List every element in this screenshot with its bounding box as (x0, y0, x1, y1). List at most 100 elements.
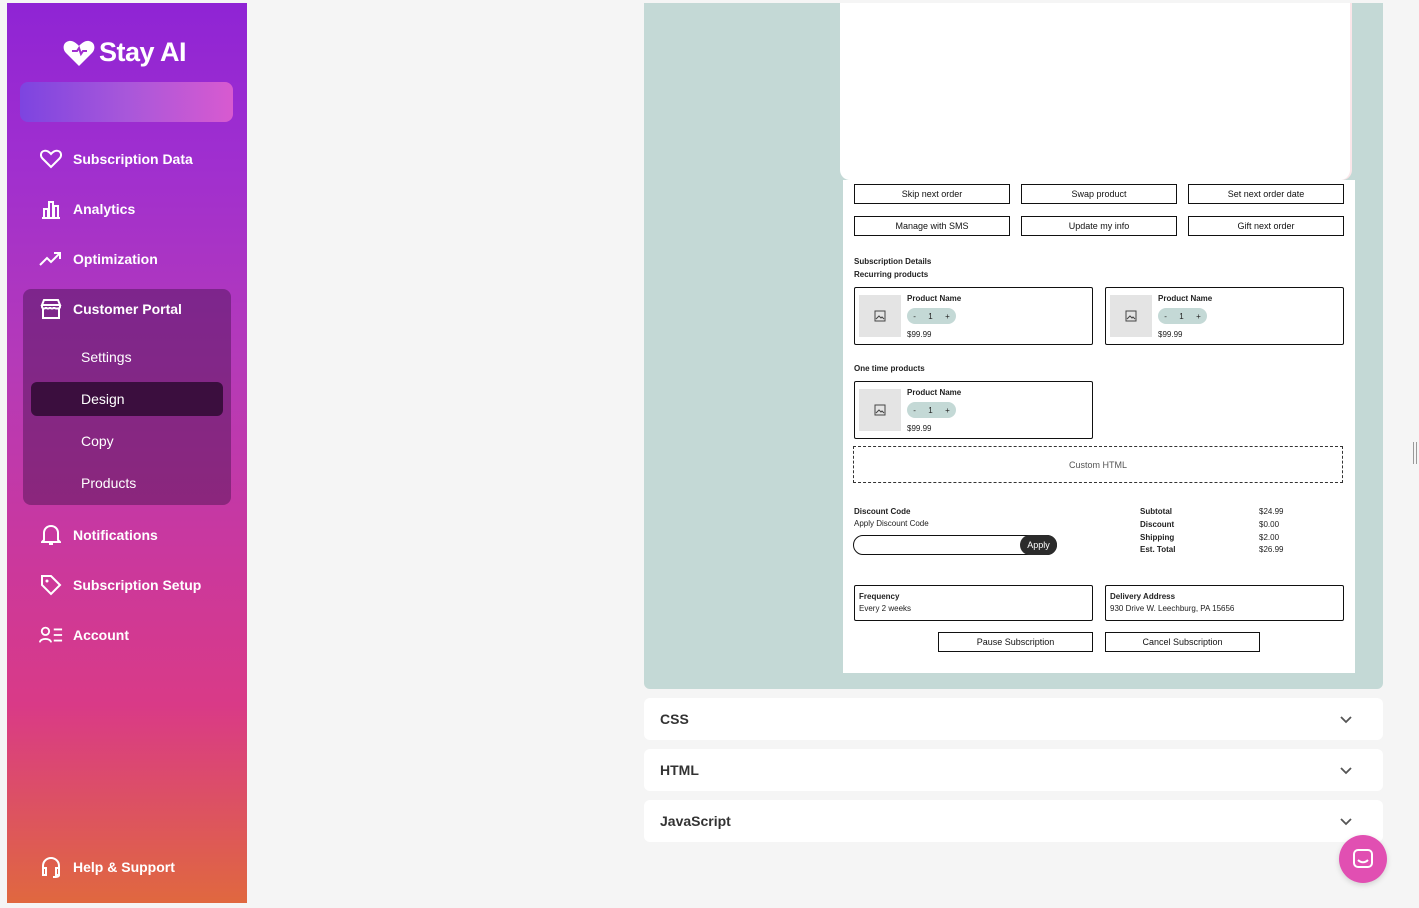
sidebar-item-subscription-setup[interactable]: Subscription Setup (7, 565, 247, 605)
recurring-product-card[interactable]: Product Name - 1 + $99.99 (854, 287, 1093, 345)
chevron-down-icon (1340, 716, 1352, 724)
portal-preview: Skip next order Swap product Set next or… (644, 3, 1383, 689)
store-selector[interactable] (20, 82, 233, 122)
custom-html-block[interactable]: Custom HTML (853, 446, 1343, 483)
increment-button[interactable]: + (945, 406, 950, 415)
subtotal-label: Subtotal (1140, 507, 1172, 516)
quantity-stepper[interactable]: - 1 + (907, 308, 956, 324)
product-price: $99.99 (1158, 330, 1183, 339)
update-my-info-button[interactable]: Update my info (1021, 216, 1177, 236)
frequency-box[interactable]: Frequency Every 2 weeks (854, 585, 1093, 621)
trending-up-icon (39, 247, 63, 271)
delivery-address-value: 930 Drive W. Leechburg, PA 15656 (1110, 604, 1235, 613)
manage-with-sms-button[interactable]: Manage with SMS (854, 216, 1010, 236)
sidebar-subitem-settings[interactable]: Settings (31, 340, 223, 374)
product-name: Product Name (907, 294, 962, 303)
increment-button[interactable]: + (945, 312, 950, 321)
sidebar-item-label: Subscription Setup (73, 577, 202, 593)
tag-icon (39, 573, 63, 597)
one-time-products-heading: One time products (854, 364, 925, 373)
accordion-title: CSS (660, 711, 689, 727)
decrement-button[interactable]: - (1164, 312, 1167, 321)
heart-logo-icon (63, 40, 95, 66)
portal-preview-content: Skip next order Swap product Set next or… (843, 180, 1355, 673)
customer-portal-group: Customer Portal Settings Design Copy Pro… (23, 289, 231, 505)
user-list-icon (39, 623, 63, 647)
sidebar-item-label: Subscription Data (73, 151, 193, 167)
sidebar-subitem-products[interactable]: Products (31, 466, 223, 500)
sidebar-subitem-design[interactable]: Design (31, 382, 223, 416)
bar-chart-icon (39, 197, 63, 221)
sidebar-item-notifications[interactable]: Notifications (7, 515, 247, 555)
skip-next-order-button[interactable]: Skip next order (854, 184, 1010, 204)
product-name: Product Name (1158, 294, 1213, 303)
shipping-label: Shipping (1140, 533, 1175, 542)
css-accordion[interactable]: CSS (644, 698, 1383, 740)
one-time-product-card[interactable]: Product Name - 1 + $99.99 (854, 381, 1093, 439)
quantity-value: 1 (928, 405, 933, 415)
chat-launcher-button[interactable] (1339, 835, 1387, 883)
quantity-value: 1 (1179, 311, 1184, 321)
recurring-product-card[interactable]: Product Name - 1 + $99.99 (1105, 287, 1344, 345)
sidebar-item-label: Account (73, 627, 129, 643)
chat-icon (1353, 849, 1373, 868)
pause-subscription-button[interactable]: Pause Subscription (938, 632, 1093, 652)
product-price: $99.99 (907, 330, 932, 339)
subtotal-value: $24.99 (1259, 507, 1284, 516)
discount-label: Discount (1140, 520, 1175, 529)
est-total-label: Est. Total (1140, 545, 1176, 554)
bell-icon (39, 523, 63, 547)
quantity-stepper[interactable]: - 1 + (907, 402, 956, 418)
decrement-button[interactable]: - (913, 312, 916, 321)
storefront-icon (39, 297, 63, 321)
subscription-details-heading: Subscription Details (854, 257, 932, 266)
heart-icon (39, 147, 63, 171)
delivery-address-box[interactable]: Delivery Address 930 Drive W. Leechburg,… (1105, 585, 1344, 621)
product-price: $99.99 (907, 424, 932, 433)
sidebar: Stay AI Subscription Data Analytics Opti… (7, 3, 247, 903)
sidebar-item-customer-portal[interactable]: Customer Portal (7, 289, 247, 329)
product-name: Product Name (907, 388, 962, 397)
discount-code-heading: Discount Code (854, 507, 911, 516)
swap-product-button[interactable]: Swap product (1021, 184, 1177, 204)
html-accordion[interactable]: HTML (644, 749, 1383, 791)
image-placeholder-icon (859, 389, 901, 431)
panel-resize-handle[interactable] (1413, 442, 1417, 464)
sidebar-item-account[interactable]: Account (7, 615, 247, 655)
decrement-button[interactable]: - (913, 406, 916, 415)
sidebar-item-optimization[interactable]: Optimization (7, 239, 247, 279)
quantity-value: 1 (928, 311, 933, 321)
sidebar-item-label: Optimization (73, 251, 158, 267)
est-total-value: $26.99 (1259, 545, 1284, 554)
shipping-value: $2.00 (1259, 533, 1280, 542)
headset-icon (39, 855, 63, 879)
delivery-address-label: Delivery Address (1110, 592, 1176, 601)
sidebar-item-label: Analytics (73, 201, 136, 217)
javascript-accordion[interactable]: JavaScript (644, 800, 1383, 842)
image-placeholder-icon (1110, 295, 1152, 337)
chevron-down-icon (1340, 818, 1352, 826)
gift-next-order-button[interactable]: Gift next order (1188, 216, 1344, 236)
sidebar-item-subscription-data[interactable]: Subscription Data (7, 139, 247, 179)
sidebar-item-label: Help & Support (73, 859, 175, 875)
apply-discount-label: Apply Discount Code (854, 519, 929, 528)
recurring-products-heading: Recurring products (854, 270, 929, 279)
discount-value: $0.00 (1259, 520, 1280, 529)
frequency-value: Every 2 weeks (859, 604, 912, 613)
cancel-subscription-button[interactable]: Cancel Subscription (1105, 632, 1260, 652)
chevron-down-icon (1340, 767, 1352, 775)
sidebar-item-help-support[interactable]: Help & Support (7, 847, 247, 887)
sidebar-item-analytics[interactable]: Analytics (7, 189, 247, 229)
quantity-stepper[interactable]: - 1 + (1158, 308, 1207, 324)
apply-discount-button[interactable]: Apply (1020, 535, 1057, 555)
brand-logo[interactable]: Stay AI (63, 37, 187, 68)
frequency-label: Frequency (859, 592, 900, 601)
sidebar-item-label: Notifications (73, 527, 158, 543)
increment-button[interactable]: + (1196, 312, 1201, 321)
sidebar-subitem-copy[interactable]: Copy (31, 424, 223, 458)
accordion-title: HTML (660, 762, 699, 778)
preview-header-card (840, 3, 1350, 180)
set-next-order-date-button[interactable]: Set next order date (1188, 184, 1344, 204)
image-placeholder-icon (859, 295, 901, 337)
accordion-title: JavaScript (660, 813, 731, 829)
